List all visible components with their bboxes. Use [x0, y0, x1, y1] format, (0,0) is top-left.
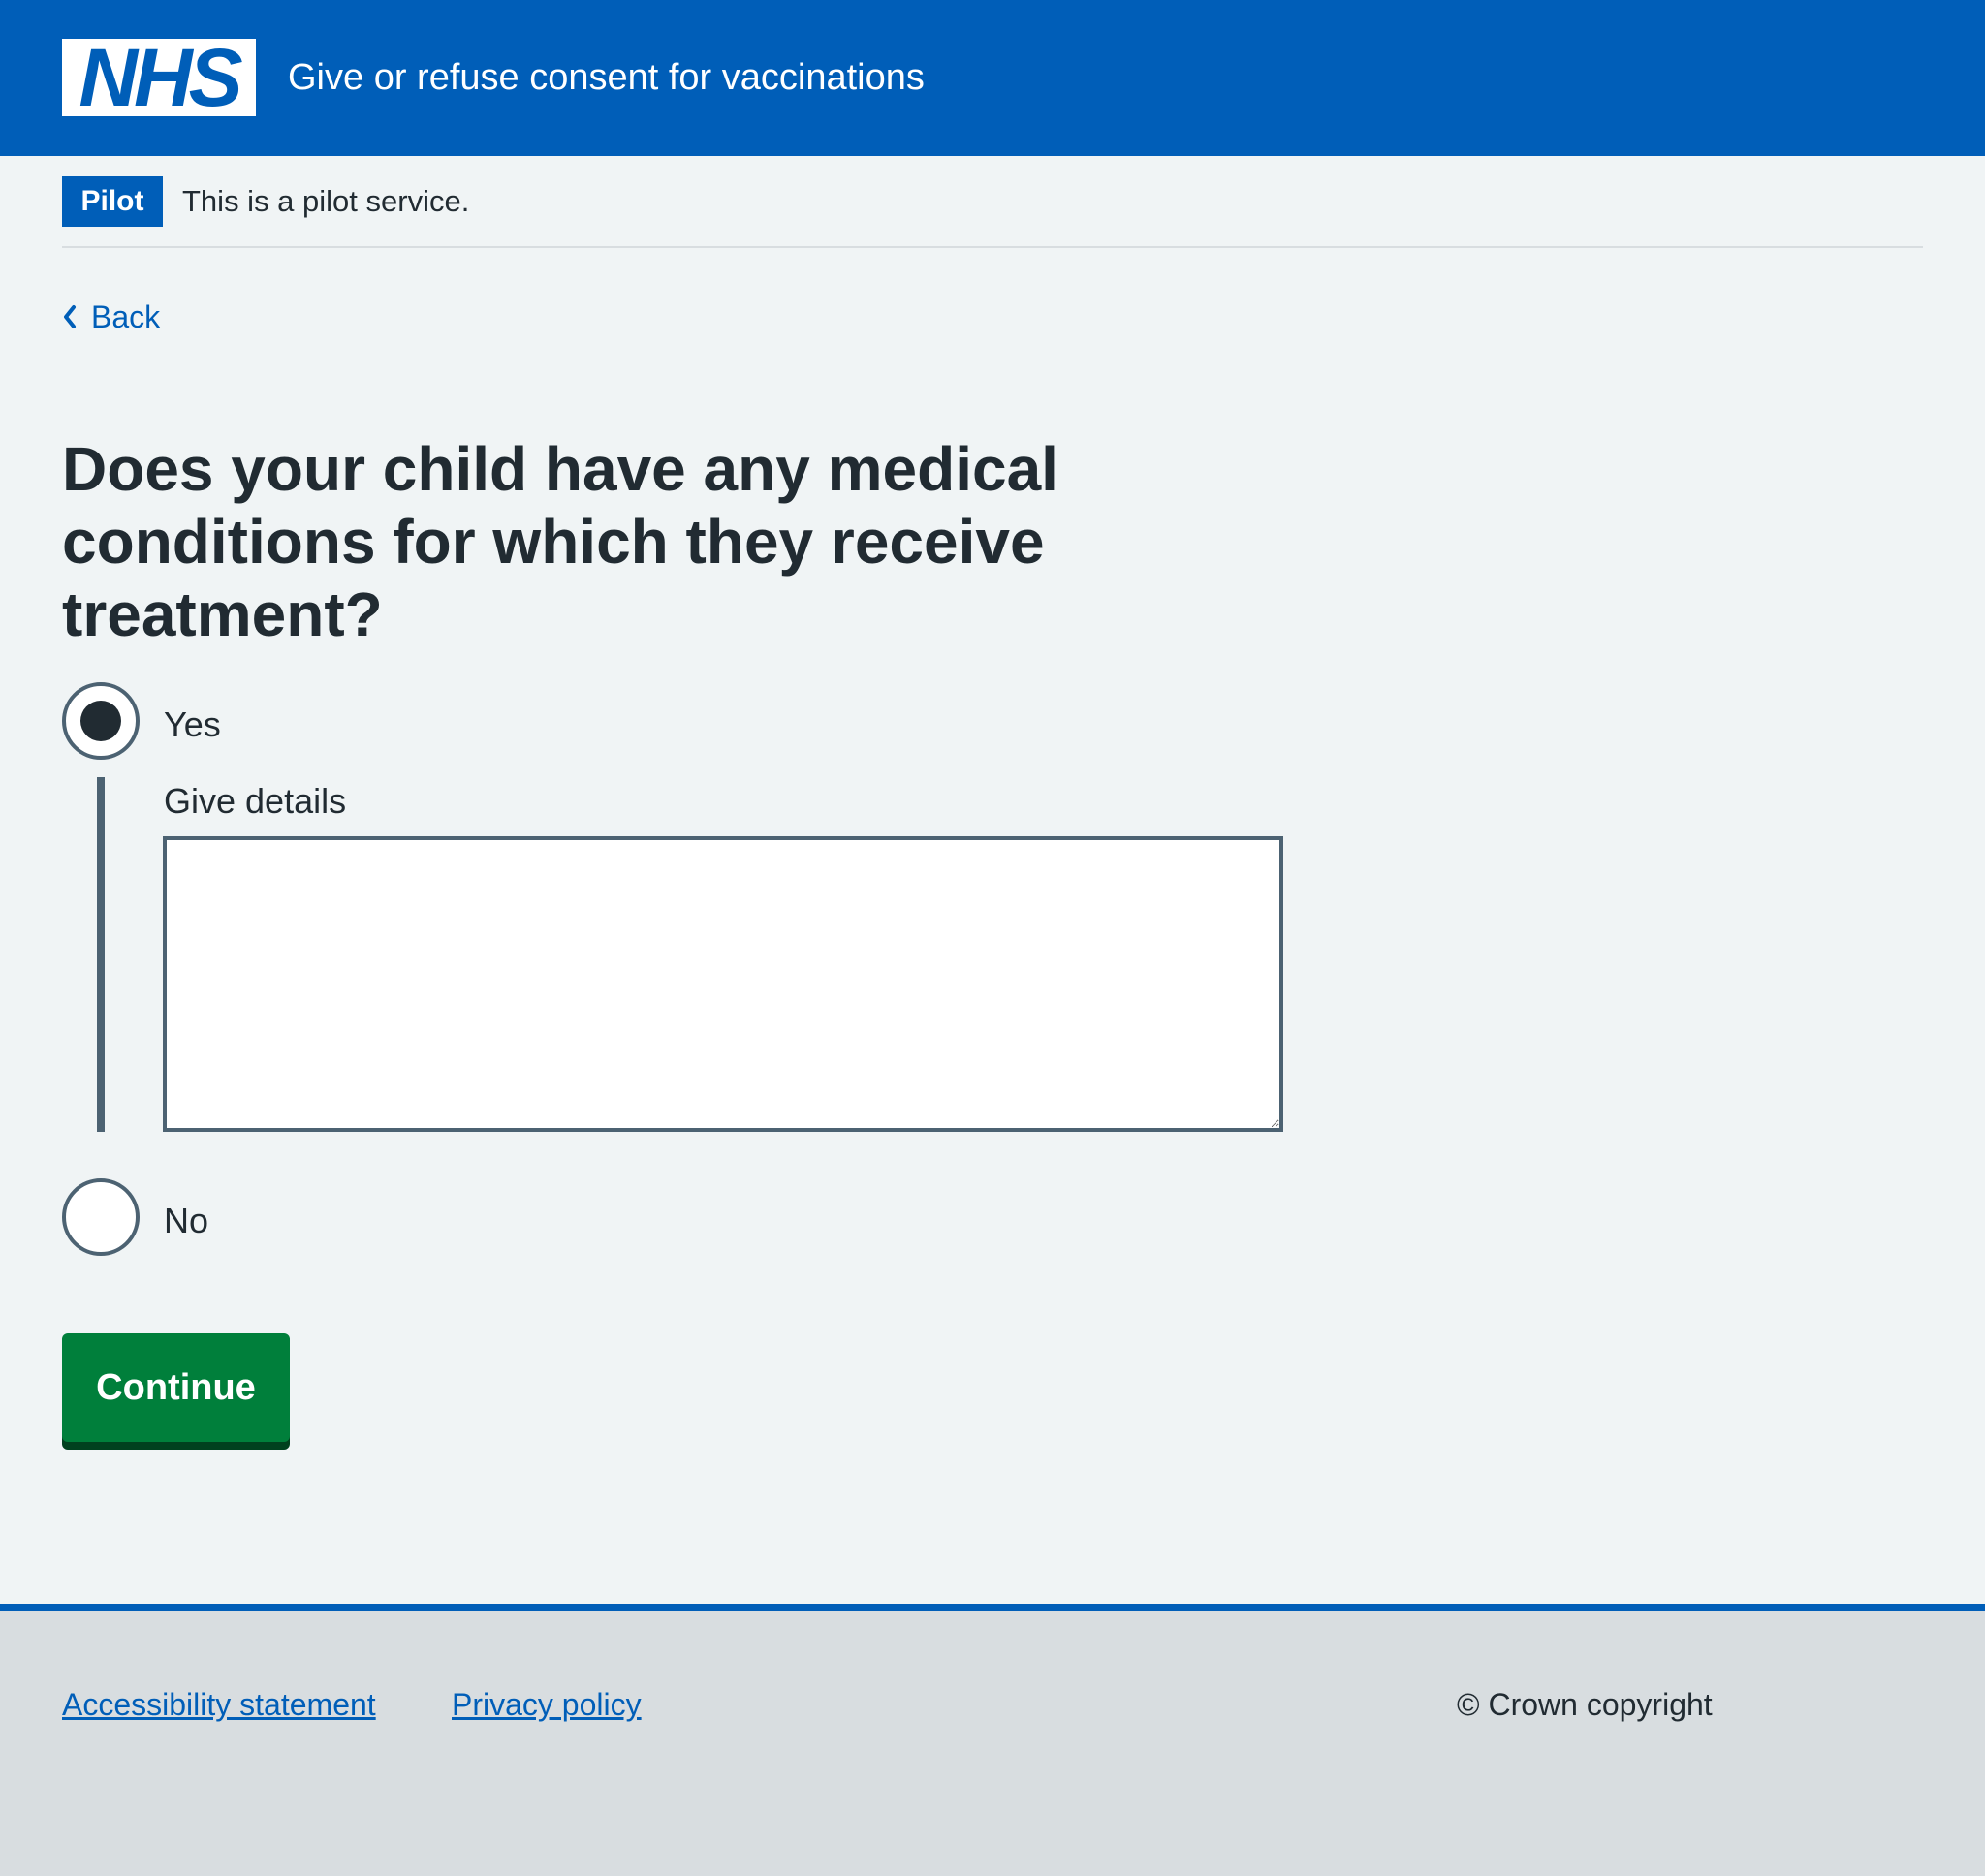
- service-name[interactable]: Give or refuse consent for vaccinations: [288, 54, 925, 101]
- site-header: NHS Give or refuse consent for vaccinati…: [0, 0, 1985, 156]
- conditional-reveal-bar: [97, 777, 105, 1132]
- radio-yes-label[interactable]: Yes: [164, 704, 221, 746]
- details-textarea[interactable]: [163, 836, 1283, 1132]
- radio-no[interactable]: [62, 1178, 140, 1256]
- back-link-label: Back: [91, 299, 161, 334]
- phase-tag: Pilot: [62, 176, 163, 227]
- nhs-logo[interactable]: NHS: [62, 32, 256, 123]
- radio-no-label[interactable]: No: [164, 1200, 208, 1242]
- privacy-policy-link[interactable]: Privacy policy: [452, 1683, 642, 1726]
- phase-banner-text: This is a pilot service.: [182, 184, 470, 218]
- continue-button[interactable]: Continue: [62, 1333, 290, 1442]
- phase-banner: Pilot This is a pilot service.: [62, 156, 1923, 248]
- give-details-label: Give details: [164, 781, 347, 821]
- back-link[interactable]: Back: [62, 296, 160, 338]
- copyright-text: © Crown copyright: [1457, 1687, 1713, 1722]
- site-footer: Accessibility statement Privacy policy ©…: [0, 1604, 1985, 1876]
- radio-yes[interactable]: [62, 682, 140, 760]
- accessibility-statement-link[interactable]: Accessibility statement: [62, 1683, 376, 1726]
- nhs-logo-text: NHS: [79, 32, 242, 123]
- page-title: Does your child have any medical conditi…: [62, 434, 1058, 649]
- chevron-left-icon: [64, 305, 76, 328]
